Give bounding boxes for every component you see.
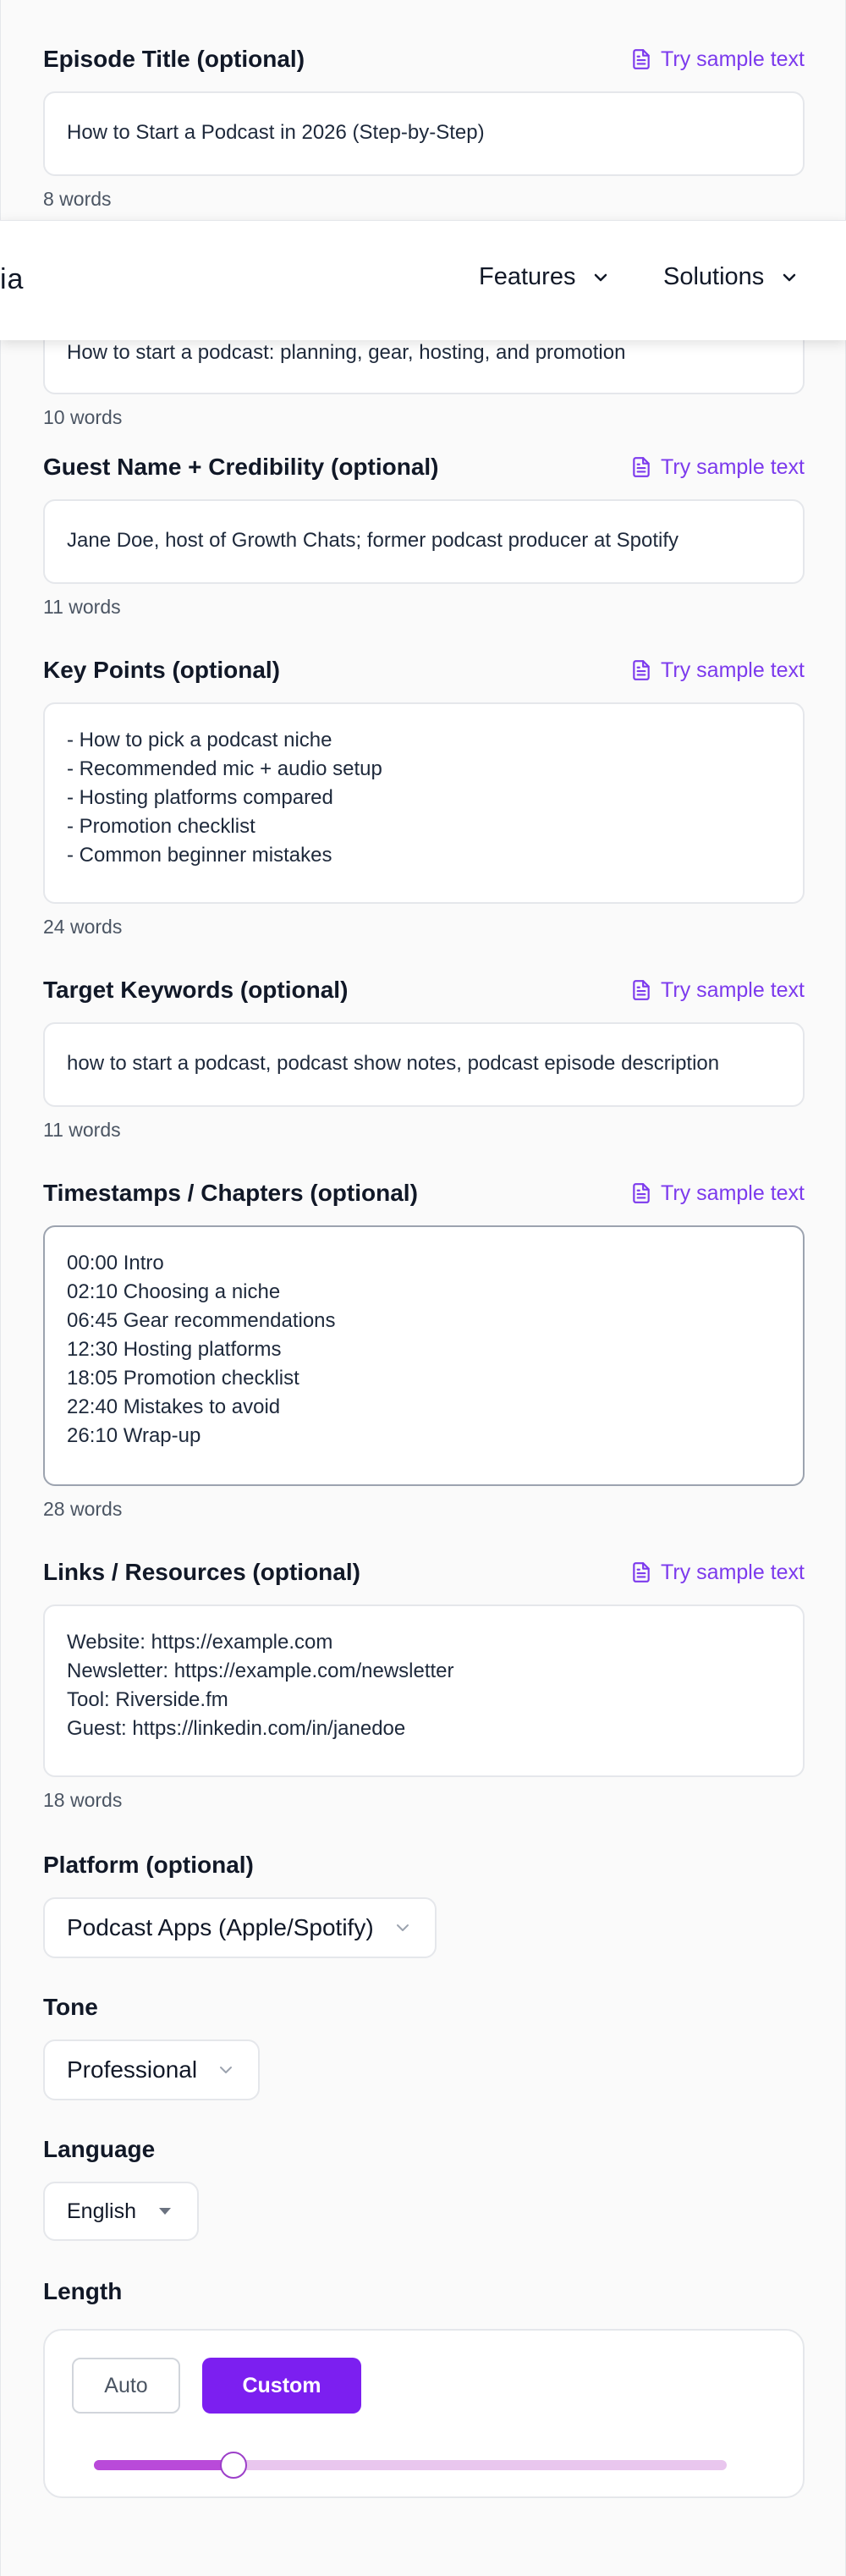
nav-features-label: Features xyxy=(479,263,576,290)
form-page: Episode Title (optional) Try sample text… xyxy=(0,0,846,2576)
guest-sample-button[interactable]: Try sample text xyxy=(630,455,805,480)
platform-select[interactable]: Podcast Apps (Apple/Spotify) xyxy=(43,1897,437,1958)
word-count: 11 words xyxy=(43,1119,121,1141)
document-icon xyxy=(633,1183,650,1203)
episode-title-sample-button[interactable]: Try sample text xyxy=(630,47,805,72)
chevron-down-icon xyxy=(220,2067,233,2073)
length-panel: Auto Custom xyxy=(43,2329,805,2498)
language-selected-value: English xyxy=(67,2199,136,2223)
key-points-input[interactable]: - How to pick a podcast niche - Recommen… xyxy=(43,702,805,904)
sample-text-label: Try sample text xyxy=(661,47,805,71)
tone-field: Tone Professional xyxy=(43,1990,805,2100)
chevron-down-icon xyxy=(595,273,607,281)
links-label: Links / Resources (optional) xyxy=(43,1559,360,1585)
length-custom-button[interactable]: Custom xyxy=(202,2358,361,2414)
timestamps-sample-button[interactable]: Try sample text xyxy=(630,1181,805,1206)
word-count: 18 words xyxy=(43,1789,123,1811)
timestamps-input[interactable]: 00:00 Intro 02:10 Choosing a niche 06:45… xyxy=(43,1225,805,1486)
sample-text-label: Try sample text xyxy=(661,1181,805,1205)
length-slider-thumb[interactable] xyxy=(219,2452,247,2479)
platform-selected-value: Podcast Apps (Apple/Spotify) xyxy=(67,1914,374,1940)
tone-select[interactable]: Professional xyxy=(43,2039,261,2100)
word-count: 24 words xyxy=(43,916,123,938)
nav-solutions-label: Solutions xyxy=(663,263,765,290)
nav-features[interactable]: Features xyxy=(479,263,611,291)
tone-selected-value: Professional xyxy=(67,2056,198,2083)
links-sample-button[interactable]: Try sample text xyxy=(630,1560,805,1585)
key-points-label: Key Points (optional) xyxy=(43,657,280,683)
language-field: Language English xyxy=(43,2133,805,2241)
word-count: 8 words xyxy=(43,188,112,210)
keywords-input[interactable]: how to start a podcast, podcast show not… xyxy=(43,1022,805,1107)
nav-solutions[interactable]: Solutions xyxy=(663,263,799,291)
document-icon xyxy=(633,660,650,680)
caret-down-icon xyxy=(159,2208,171,2215)
document-icon xyxy=(633,980,650,1000)
tone-label: Tone xyxy=(43,1994,98,2020)
chevron-down-icon xyxy=(396,1924,409,1931)
keywords-field: Target Keywords (optional) Try sample te… xyxy=(43,973,805,1142)
episode-title-field: Episode Title (optional) Try sample text… xyxy=(43,42,805,211)
keywords-label: Target Keywords (optional) xyxy=(43,977,349,1003)
key-points-field: Key Points (optional) Try sample text - … xyxy=(43,653,805,938)
platform-field: Platform (optional) Podcast Apps (Apple/… xyxy=(43,1848,805,1958)
sample-text-label: Try sample text xyxy=(661,977,805,1002)
timestamps-label: Timestamps / Chapters (optional) xyxy=(43,1180,418,1206)
sample-text-label: Try sample text xyxy=(661,454,805,479)
key-points-sample-button[interactable]: Try sample text xyxy=(630,658,805,683)
sample-text-label: Try sample text xyxy=(661,658,805,682)
guest-input[interactable]: Jane Doe, host of Growth Chats; former p… xyxy=(43,499,805,584)
length-field: Length Auto Custom xyxy=(43,2275,805,2498)
guest-label: Guest Name + Credibility (optional) xyxy=(43,454,439,480)
document-icon xyxy=(633,1562,650,1582)
length-auto-button[interactable]: Auto xyxy=(72,2358,180,2414)
keywords-sample-button[interactable]: Try sample text xyxy=(630,978,805,1003)
document-icon xyxy=(633,457,650,477)
language-label: Language xyxy=(43,2136,156,2162)
episode-title-input[interactable]: How to Start a Podcast in 2026 (Step-by-… xyxy=(43,91,805,176)
language-select[interactable]: English xyxy=(43,2182,199,2241)
chevron-down-icon xyxy=(783,273,796,281)
word-count: 28 words xyxy=(43,1498,123,1520)
episode-title-label: Episode Title (optional) xyxy=(43,46,305,72)
links-field: Links / Resources (optional) Try sample … xyxy=(43,1555,805,1812)
guest-field: Guest Name + Credibility (optional) Try … xyxy=(43,450,805,619)
sample-text-label: Try sample text xyxy=(661,1560,805,1584)
word-count: 10 words xyxy=(43,406,123,428)
platform-label: Platform (optional) xyxy=(43,1852,254,1878)
length-slider[interactable] xyxy=(94,2452,727,2479)
word-count: 11 words xyxy=(43,596,121,618)
timestamps-field: Timestamps / Chapters (optional) Try sam… xyxy=(43,1176,805,1521)
logo[interactable]: ia xyxy=(0,263,24,296)
length-label: Length xyxy=(43,2278,123,2304)
length-slider-fill xyxy=(94,2460,233,2470)
document-icon xyxy=(633,49,650,69)
links-input[interactable]: Website: https://example.com Newsletter:… xyxy=(43,1604,805,1777)
top-navbar: ia Features Solutions xyxy=(0,220,846,340)
